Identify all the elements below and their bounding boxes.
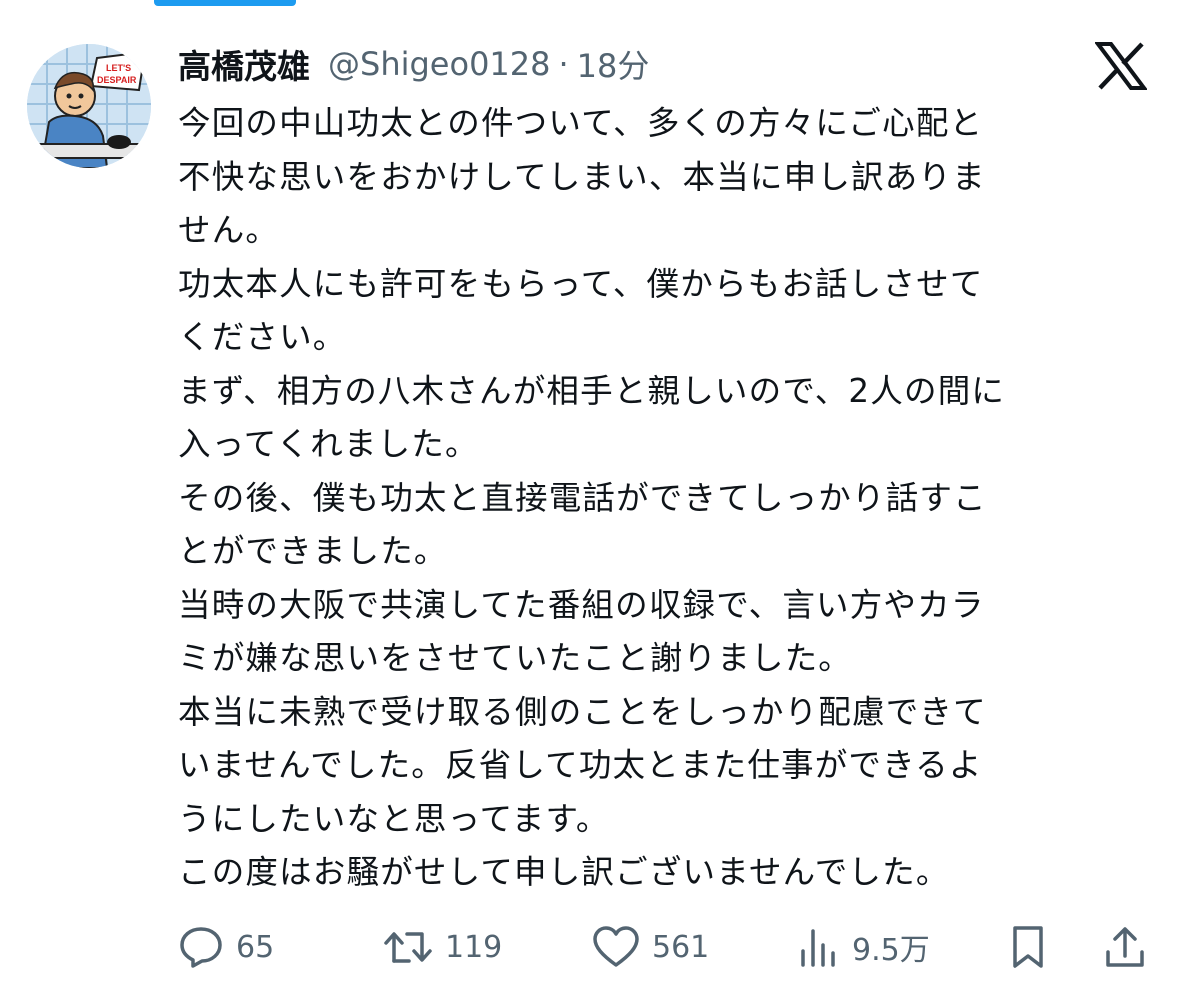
tweet-line: まず、相方の八木さんが相手と親しいので、2人の間に [178, 371, 1006, 410]
like-button[interactable]: 561 [592, 918, 709, 976]
share-icon [1103, 924, 1147, 970]
tweet-line: この度はお騒がせして申し訳ございませんでした。 [178, 853, 950, 891]
tweet-line: 今回の中山功太との件ついて、多くの方々にご心配と [178, 104, 984, 142]
tweet-line: 本当に未熟で受け取る側のことをしっかり配慮できて [178, 692, 987, 731]
reply-count: 65 [236, 929, 275, 965]
timestamp[interactable]: 18分 [577, 41, 650, 87]
tweet-line: ください。 [178, 318, 347, 356]
tweet-text: 今回の中山功太との件ついて、多くの方々にご心配と 不快な思いをおかけしてしまい、… [178, 97, 1153, 900]
tweet-line: 当時の大阪で共演してた番組の収録で、言い方やカラ [178, 585, 985, 624]
display-name[interactable]: 高橋茂雄 [178, 40, 310, 88]
tweet-line: その後、僕も功太と直接電話ができてしっかり話すこ [178, 478, 987, 517]
tweet-line: うにしたいなと思ってます。 [178, 799, 610, 838]
views-button[interactable]: 9.5万 [798, 918, 930, 976]
tweet-line: 入ってくれました。 [178, 425, 479, 463]
views-icon [798, 925, 840, 969]
avatar[interactable]: LET'S DESPAIR [27, 44, 151, 168]
tweet-line: ミが嫌な思いをさせていたこと謝りました。 [178, 639, 853, 677]
user-handle[interactable]: @Shigeo0128 [328, 45, 551, 83]
retweet-button[interactable]: 119 [383, 918, 502, 976]
retweet-icon [383, 925, 433, 969]
reply-button[interactable]: 65 [178, 918, 274, 976]
like-count: 561 [652, 929, 710, 965]
bookmark-icon [1008, 924, 1048, 970]
tweet-line: 功太本人にも許可をもらって、僕からもお話しさせて [178, 264, 984, 303]
tweet-line: 不快な思いをおかけしてしまい、本当に申し訳ありま [178, 157, 986, 196]
like-icon [592, 925, 640, 969]
tweet-line: いませんでした。反省して功太とまた仕事ができるよ [178, 746, 983, 784]
tweet-header: 高橋茂雄 @Shigeo0128 · 18分 [178, 38, 649, 90]
x-logo-icon[interactable] [1094, 42, 1148, 90]
avatar-text-1: LET'S [106, 63, 131, 73]
bookmark-button[interactable] [1008, 918, 1048, 976]
tab-indicator [154, 0, 296, 6]
avatar-text-2: DESPAIR [97, 75, 137, 85]
tweet-line: せん。 [178, 211, 280, 249]
avatar-image: LET'S DESPAIR [27, 44, 151, 168]
retweet-count: 119 [445, 929, 503, 965]
reply-icon [178, 925, 224, 969]
share-button[interactable] [1103, 918, 1147, 976]
tweet-line: とができました。 [178, 532, 448, 570]
separator-dot: · [558, 45, 569, 83]
view-count: 9.5万 [852, 933, 930, 968]
action-bar: 65 119 561 9.5万 [178, 918, 1148, 976]
